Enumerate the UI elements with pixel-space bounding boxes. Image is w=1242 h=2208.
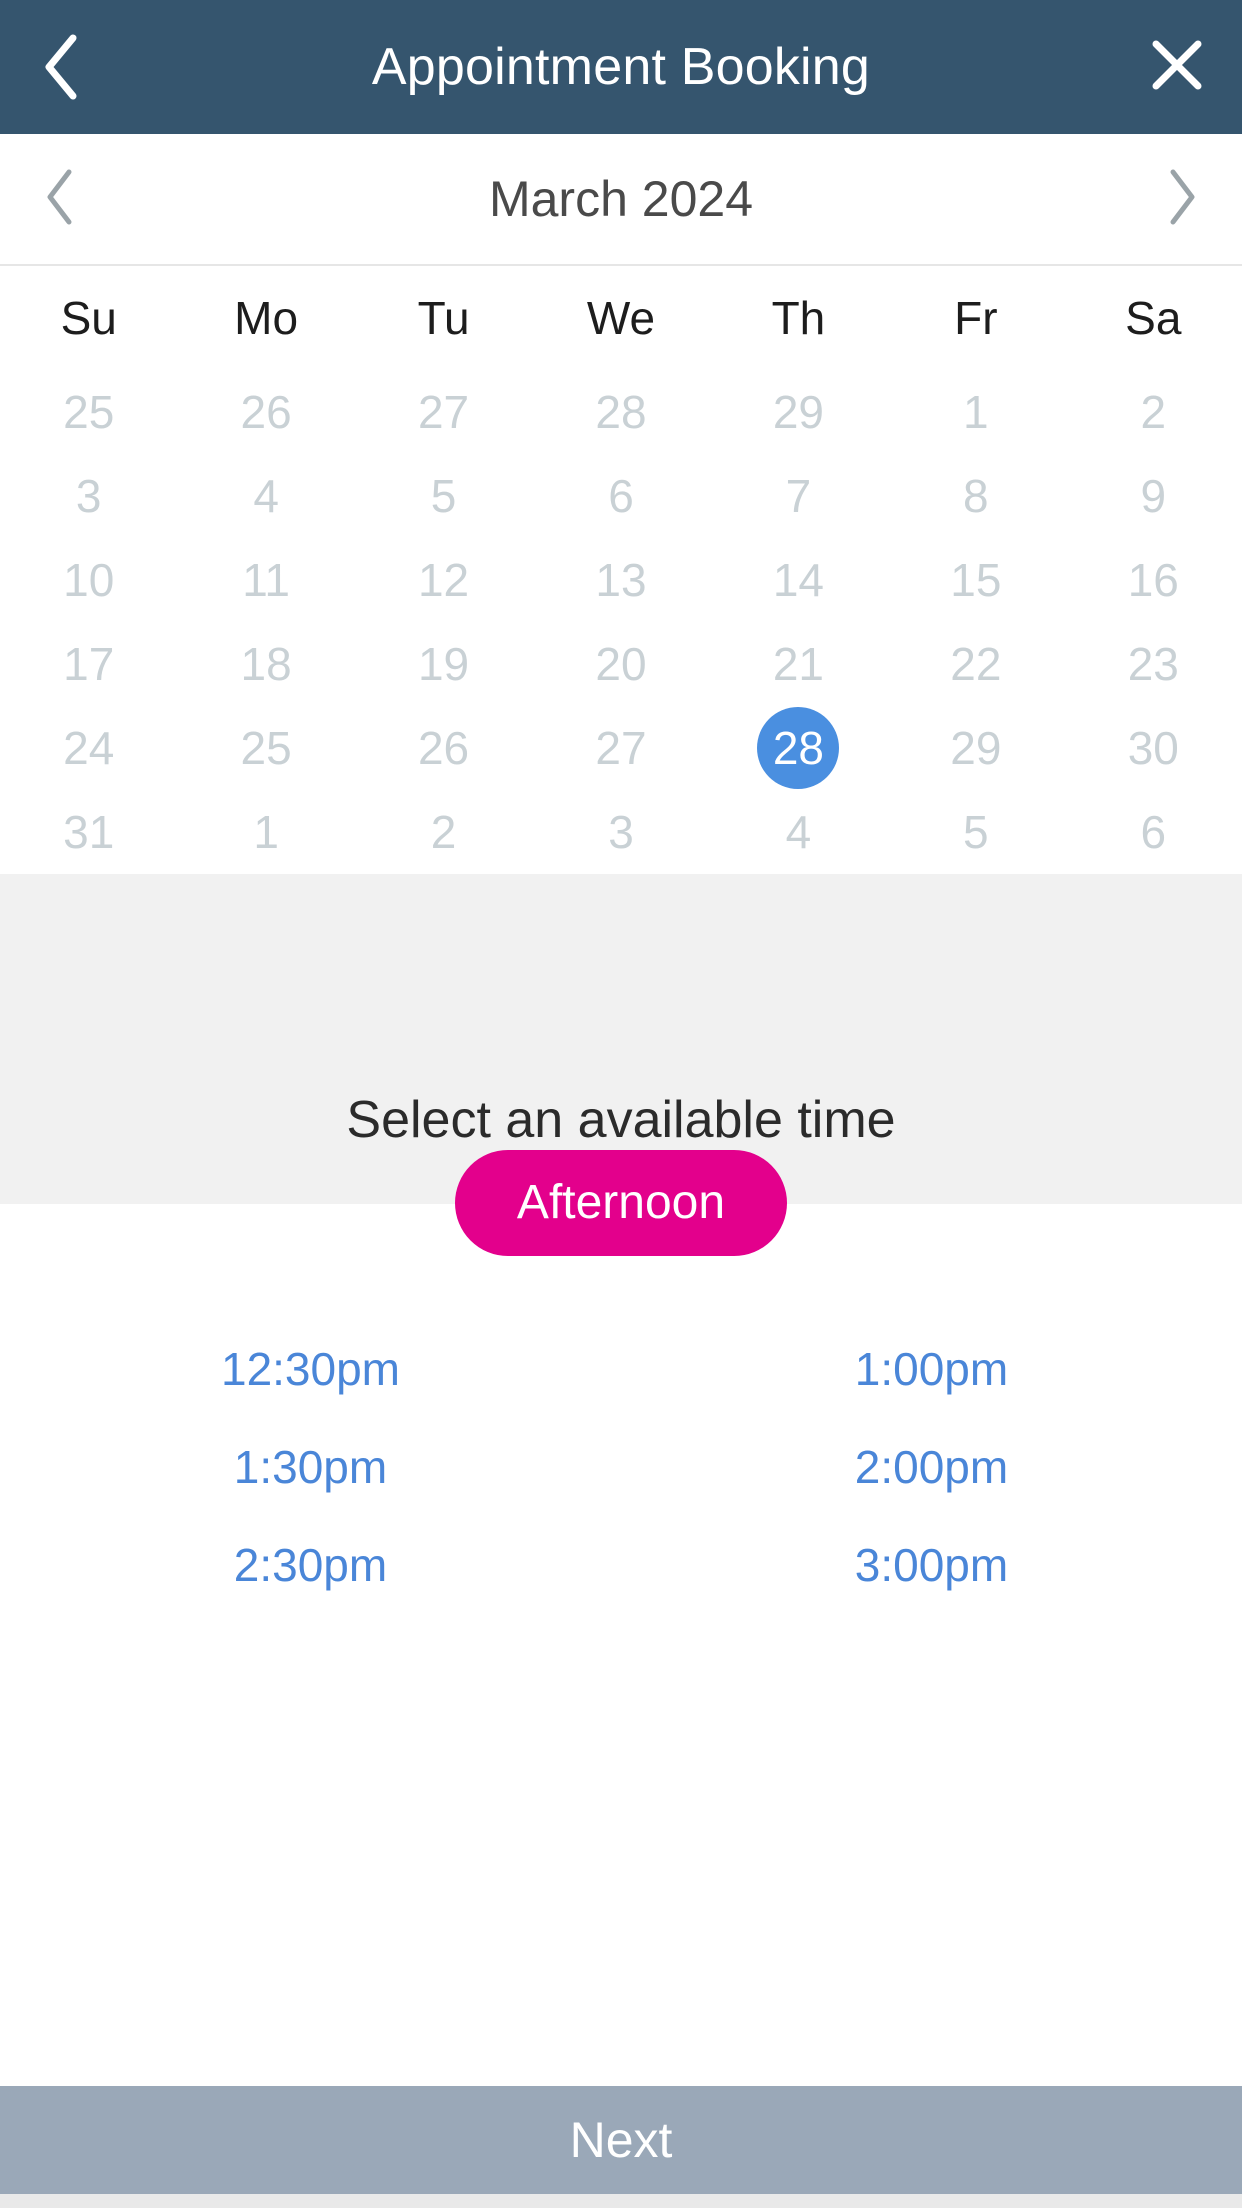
weekday-label-fr: Fr [954,292,998,344]
page-title: Appointment Booking [371,38,871,96]
next-month-button[interactable] [1122,134,1242,264]
weekday-label-mo: Mo [234,292,299,344]
calendar-day-cell[interactable]: 27 [532,706,709,790]
month-label: March 2024 [488,171,754,227]
time-slot-button[interactable]: 2:30pm [0,1516,621,1614]
calendar-day-cell[interactable]: 3 [532,790,709,874]
calendar-day-cell[interactable]: 11 [177,538,354,622]
time-slot-button[interactable]: 3:00pm [621,1516,1242,1614]
calendar-day-cell[interactable]: 22 [887,622,1064,706]
calendar-day-cell[interactable]: 17 [0,622,177,706]
next-button[interactable]: Next [0,2086,1242,2194]
bottom-strip [0,2194,1242,2208]
calendar-day-cell[interactable]: 5 [355,454,532,538]
calendar-day-cell[interactable]: 29 [887,706,1064,790]
calendar-day-cell[interactable]: 20 [532,622,709,706]
calendar-day-cell[interactable]: 26 [177,370,354,454]
calendar-day-cell[interactable]: 30 [1065,706,1242,790]
weekday-header-row: Su Mo Tu We Th Fr Sa [0,266,1242,370]
close-button[interactable] [1112,0,1242,134]
calendar-day-cell[interactable]: 26 [355,706,532,790]
calendar-day-cell[interactable]: 7 [710,454,887,538]
time-selection-panel: Select an available time Afternoon [0,874,1242,1256]
calendar-day-cell[interactable]: 29 [710,370,887,454]
calendar-day-cell[interactable]: 28 [710,706,887,790]
back-button[interactable] [0,0,120,134]
calendar-day-cell[interactable]: 24 [0,706,177,790]
time-section-heading: Select an available time [346,1091,896,1149]
calendar-day-cell[interactable]: 28 [532,370,709,454]
weekday-label-su: Su [60,292,117,344]
calendar-day-cell[interactable]: 10 [0,538,177,622]
calendar-day-cell[interactable]: 12 [355,538,532,622]
calendar-day-cell[interactable]: 4 [177,454,354,538]
period-afternoon-button[interactable]: Afternoon [454,1150,788,1256]
calendar-day-cell[interactable]: 16 [1065,538,1242,622]
calendar-day-cell[interactable]: 23 [1065,622,1242,706]
weekday-label-th: Th [771,292,826,344]
calendar-day-cell[interactable]: 31 [0,790,177,874]
calendar-day-cell[interactable]: 5 [887,790,1064,874]
calendar-day-cell[interactable]: 4 [710,790,887,874]
calendar-day-cell[interactable]: 15 [887,538,1064,622]
appointment-booking-screen: Appointment Booking March 2024 Su Mo Tu … [0,0,1242,2208]
calendar-grid: 25 26 27 28 29 1 2 3 4 5 6 7 8 9 10 11 12 13 14 15 16 17 18 19 2… [0,370,1242,874]
calendar-day-cell[interactable]: 1 [177,790,354,874]
weekday-label-tu: Tu [417,292,470,344]
calendar-day-cell[interactable]: 27 [355,370,532,454]
calendar-day-cell[interactable]: 8 [887,454,1064,538]
calendar-day-cell[interactable]: 2 [355,790,532,874]
time-slot-button[interactable]: 12:30pm [0,1320,621,1418]
time-slot-button[interactable]: 2:00pm [621,1418,1242,1516]
prev-month-button[interactable] [0,134,120,264]
selected-day-indicator: 28 [757,707,840,789]
chevron-left-icon [39,32,81,102]
calendar-day-cell[interactable]: 3 [0,454,177,538]
time-slots-area: 12:30pm 1:00pm 1:30pm 2:00pm 2:30pm 3:00pm [0,1204,1242,2086]
calendar-day-cell[interactable]: 2 [1065,370,1242,454]
calendar-day-cell[interactable]: 21 [710,622,887,706]
calendar-day-cell[interactable]: 13 [532,538,709,622]
calendar-day-cell[interactable]: 14 [710,538,887,622]
calendar-day-cell[interactable]: 25 [0,370,177,454]
app-header: Appointment Booking [0,0,1242,134]
calendar-day-cell[interactable]: 6 [532,454,709,538]
chevron-right-icon [1165,167,1199,232]
calendar-day-cell[interactable]: 19 [355,622,532,706]
calendar-day-cell[interactable]: 1 [887,370,1064,454]
close-icon [1148,36,1206,99]
calendar-day-cell[interactable]: 6 [1065,790,1242,874]
chevron-left-icon [43,167,77,232]
time-slot-button[interactable]: 1:00pm [621,1320,1242,1418]
weekday-label-we: We [586,292,656,344]
calendar-day-cell[interactable]: 9 [1065,454,1242,538]
time-slots-grid: 12:30pm 1:00pm 1:30pm 2:00pm 2:30pm 3:00pm [0,1320,1242,1614]
calendar-day-cell[interactable]: 25 [177,706,354,790]
weekday-label-sa: Sa [1125,292,1182,344]
time-slot-button[interactable]: 1:30pm [0,1418,621,1516]
month-navigation: March 2024 [0,134,1242,266]
calendar-day-cell[interactable]: 18 [177,622,354,706]
